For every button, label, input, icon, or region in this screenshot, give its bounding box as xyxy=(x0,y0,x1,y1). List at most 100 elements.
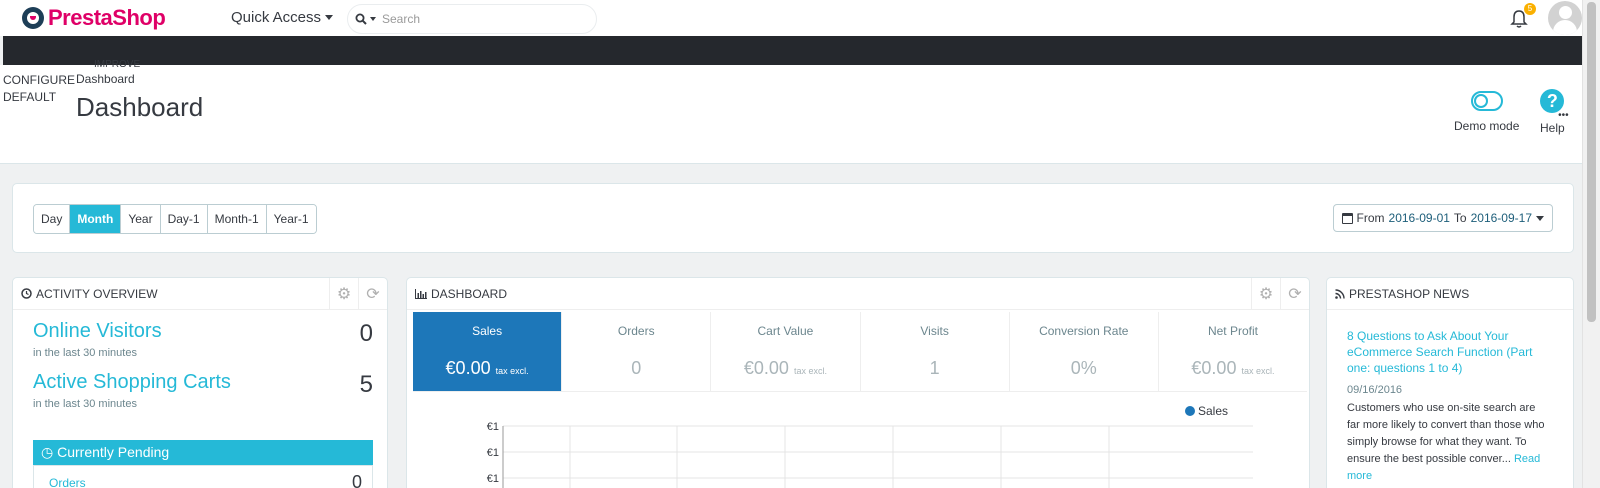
prestashop-news-widget: PRESTASHOP NEWS 8 Questions to Ask About… xyxy=(1326,277,1574,488)
kpi-label: Orders xyxy=(617,324,655,338)
legend-marker xyxy=(1185,406,1195,416)
search-type-button[interactable] xyxy=(348,5,382,33)
gear-icon[interactable]: ⚙ xyxy=(1251,278,1280,309)
kpi-amount: €0.00 xyxy=(1191,358,1237,378)
logo-text: PrestaShop xyxy=(48,5,166,30)
kpi-amount: €0.00 xyxy=(445,358,491,378)
top-bar: PrestaShop Quick Access 5 xyxy=(0,0,1582,36)
help-button[interactable]: ? ••• Help xyxy=(1540,89,1569,135)
news-excerpt: Customers who use on-site search are far… xyxy=(1347,400,1547,485)
page-header: CONFIGURE DEFAULT IMPROVE Dashboard Dash… xyxy=(0,59,1582,164)
to-date: 2016-09-17 xyxy=(1470,211,1532,225)
to-label: To xyxy=(1453,211,1467,225)
active-carts-link[interactable]: Active Shopping Carts xyxy=(33,371,373,394)
period-button-group: Day Month Year Day-1 Month-1 Year-1 xyxy=(33,204,317,234)
page-title: Dashboard xyxy=(76,92,204,122)
kpi-value: €0.00 tax excl. xyxy=(1159,358,1307,379)
help-label: Help xyxy=(1540,121,1565,135)
search-bar xyxy=(347,4,597,34)
sales-chart: Sales €1 €1 €1 xyxy=(487,404,1253,488)
news-article-link[interactable]: 8 Questions to Ask About Your eCommerce … xyxy=(1347,328,1559,376)
kpi-amount: €0.00 xyxy=(743,358,789,378)
avatar[interactable] xyxy=(1548,1,1582,35)
kpi-suffix: tax excl. xyxy=(793,366,827,376)
widget-header: ACTIVITY OVERVIEW ⚙ ⟳ xyxy=(13,278,387,310)
bar-chart-icon xyxy=(415,288,427,299)
date-range-picker[interactable]: From 2016-09-01 To 2016-09-17 xyxy=(1332,204,1553,232)
search-icon xyxy=(355,13,367,25)
active-carts-row: Active Shopping Carts in the last 30 min… xyxy=(33,371,373,410)
period-year-button[interactable]: Year xyxy=(121,205,161,233)
widget-header: DASHBOARD ⚙ ⟳ xyxy=(407,278,1309,310)
more-dots-icon: ••• xyxy=(1558,110,1569,121)
currently-pending-header: ◷ Currently Pending xyxy=(33,440,373,465)
kpi-label: Conversion Rate xyxy=(1039,324,1129,338)
breadcrumb-left: CONFIGURE DEFAULT xyxy=(3,72,75,106)
notification-count-badge: 5 xyxy=(1524,3,1536,15)
period-month-button[interactable]: Month xyxy=(70,205,122,233)
demo-mode-label: Demo mode xyxy=(1454,119,1520,133)
chevron-down-icon xyxy=(325,15,334,20)
widget-title: DASHBOARD xyxy=(431,286,508,301)
chart-legend[interactable]: Sales xyxy=(1185,404,1228,418)
period-day-button[interactable]: Day xyxy=(34,205,71,233)
clock-icon xyxy=(21,288,32,299)
widget-tools: ⚙ ⟳ xyxy=(329,278,387,309)
activity-overview-widget: ACTIVITY OVERVIEW ⚙ ⟳ Online Visitors in… xyxy=(12,277,388,488)
demo-mode-toggle[interactable]: Demo mode xyxy=(1454,91,1519,133)
online-visitors-link[interactable]: Online Visitors xyxy=(33,320,373,343)
news-date: 09/16/2016 xyxy=(1347,384,1403,396)
breadcrumb-configure[interactable]: CONFIGURE xyxy=(3,72,75,89)
widget-tools: ⚙ ⟳ xyxy=(1251,278,1309,309)
kpi-sales[interactable]: Sales €0.00 tax excl. xyxy=(413,312,563,391)
pending-list: Orders 0 xyxy=(33,465,373,488)
kpi-conversion-rate[interactable]: Conversion Rate 0% xyxy=(1010,312,1159,391)
kpi-value: 1 xyxy=(861,358,1009,379)
breadcrumb-current[interactable]: Dashboard xyxy=(76,72,135,86)
kpi-amount: 0% xyxy=(1070,358,1097,378)
kpi-label: Sales xyxy=(472,324,503,338)
dashboard-widget: DASHBOARD ⚙ ⟳ Sales €0.00 tax excl. Orde… xyxy=(406,277,1310,488)
legend-label: Sales xyxy=(1198,404,1228,418)
kpi-value: 0% xyxy=(1010,358,1158,379)
prestashop-logo[interactable]: PrestaShop xyxy=(22,5,166,31)
refresh-icon[interactable]: ⟳ xyxy=(1280,278,1309,309)
kpi-value: 0 xyxy=(562,358,710,379)
scrollbar-thumb[interactable] xyxy=(1587,2,1596,322)
prestashop-logo-icon xyxy=(22,7,44,29)
active-carts-value: 5 xyxy=(359,371,373,398)
from-label: From xyxy=(1356,211,1385,225)
breadcrumb-improve[interactable]: IMPROVE xyxy=(94,59,140,70)
pending-orders-link[interactable]: Orders xyxy=(49,476,86,488)
from-date: 2016-09-01 xyxy=(1388,211,1450,225)
online-visitors-subtitle: in the last 30 minutes xyxy=(33,347,137,359)
chevron-down-icon xyxy=(1536,215,1544,221)
chevron-down-icon xyxy=(369,17,376,21)
kpi-label: Net Profit xyxy=(1207,324,1258,338)
kpi-net-profit[interactable]: Net Profit €0.00 tax excl. xyxy=(1159,312,1307,391)
kpi-orders[interactable]: Orders 0 xyxy=(562,312,712,391)
breadcrumb-default[interactable]: DEFAULT xyxy=(3,89,75,106)
widget-title: PRESTASHOP NEWS xyxy=(1349,286,1470,301)
kpi-suffix: tax excl. xyxy=(495,366,529,376)
period-day-1-button[interactable]: Day-1 xyxy=(160,205,208,233)
y-tick-label: €1 xyxy=(487,421,499,433)
page-scrollbar[interactable] xyxy=(1582,0,1600,488)
widget-title: ACTIVITY OVERVIEW xyxy=(36,286,158,301)
quick-access-dropdown[interactable]: Quick Access xyxy=(231,9,334,26)
pending-orders-count: 0 xyxy=(351,472,362,488)
online-visitors-value: 0 xyxy=(359,320,373,347)
kpi-suffix: tax excl. xyxy=(1241,366,1275,376)
period-year-1-button[interactable]: Year-1 xyxy=(266,205,316,233)
quick-access-label: Quick Access xyxy=(231,9,322,26)
kpi-cart-value[interactable]: Cart Value €0.00 tax excl. xyxy=(711,312,861,391)
calendar-icon xyxy=(1341,212,1353,224)
kpi-amount: 0 xyxy=(631,358,642,378)
period-month-1-button[interactable]: Month-1 xyxy=(207,205,267,233)
search-input[interactable] xyxy=(382,12,582,26)
refresh-icon[interactable]: ⟳ xyxy=(358,278,387,309)
dark-nav-bar xyxy=(3,36,1582,65)
kpi-visits[interactable]: Visits 1 xyxy=(861,312,1010,391)
online-visitors-row: Online Visitors in the last 30 minutes 0 xyxy=(33,320,373,359)
gear-icon[interactable]: ⚙ xyxy=(329,278,358,309)
